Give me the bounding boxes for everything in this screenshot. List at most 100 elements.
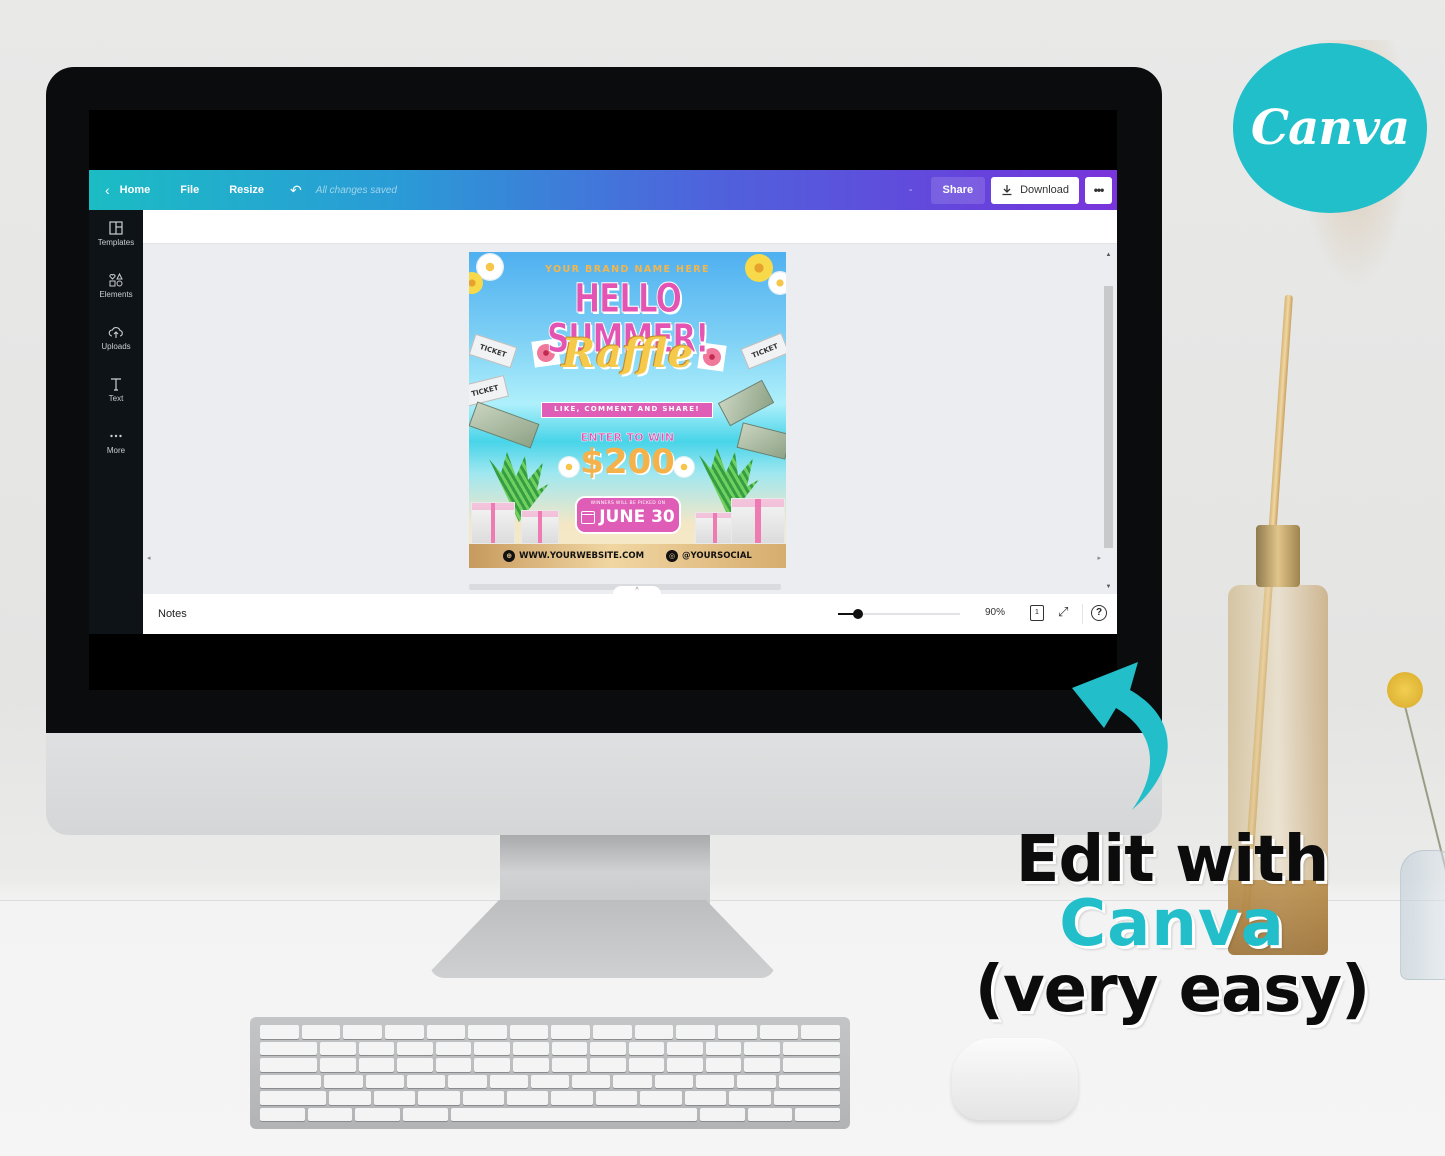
keyboard-key [260, 1041, 317, 1055]
globe-icon: ⊕ [503, 550, 516, 562]
draw-date-text: JUNE 30 [599, 507, 675, 527]
keyboard-key [448, 1074, 487, 1088]
file-menu-button[interactable]: File [180, 184, 199, 196]
help-button[interactable]: ? [1091, 605, 1107, 621]
chevron-left-icon[interactable]: ‹ [105, 182, 110, 198]
sidebar-item-elements[interactable]: Elements [89, 272, 143, 299]
fullscreen-expand-icon[interactable]: ⤢ [1058, 604, 1068, 620]
more-options-button[interactable]: ••• [1085, 176, 1112, 204]
brand-name-text[interactable]: YOUR BRAND NAME HERE [469, 264, 786, 275]
editor-sidebar: Templates Elements Uploads Text More [89, 210, 143, 634]
money-decoration [717, 379, 775, 427]
download-label: Download [1020, 184, 1069, 196]
keyboard-key [373, 1091, 416, 1105]
notes-button[interactable]: Notes [158, 608, 187, 620]
keyboard-key [397, 1058, 433, 1072]
vertical-scroll-thumb[interactable] [1104, 286, 1113, 548]
keyboard-key [260, 1074, 322, 1088]
contact-footer[interactable]: ⊕ WWW.YOURWEBSITE.COM ◎ @YOURSOCIAL [469, 544, 786, 568]
keyboard-row [260, 1025, 840, 1039]
keyboard-key [324, 1074, 363, 1088]
keyboard-key [301, 1025, 341, 1039]
monitor-stand-foot [430, 900, 775, 978]
sidebar-item-uploads[interactable]: Uploads [89, 324, 143, 351]
gift-box-decoration [695, 512, 735, 544]
page-count-button[interactable]: 1 [1030, 605, 1044, 621]
keyboard-key [654, 1074, 694, 1088]
design-title-placeholder[interactable]: - [909, 184, 913, 196]
canva-logo-badge: Canva [1233, 43, 1427, 213]
home-button[interactable]: Home [120, 184, 151, 196]
yellow-billy-button-flower [1387, 672, 1423, 708]
keyboard-key [260, 1025, 299, 1039]
keyboard-key [358, 1058, 395, 1072]
keyboard-key [450, 1107, 697, 1121]
design-page[interactable]: TICKET TICKET TICKET YOUR BRAND NAME HER… [469, 252, 786, 568]
keyboard-key [551, 1041, 588, 1055]
keyboard-key [590, 1041, 626, 1055]
editor-bottombar: Notes 90% 1 ⤢ ? [143, 594, 1117, 634]
canvas-workspace: TICKET TICKET TICKET YOUR BRAND NAME HER… [143, 210, 1117, 596]
calendar-icon [581, 510, 596, 524]
templates-icon [109, 221, 123, 235]
scroll-down-arrow-icon[interactable]: ▼ [1104, 584, 1113, 590]
tagline-banner[interactable]: LIKE, COMMENT AND SHARE! [541, 402, 713, 418]
keyboard-key [384, 1025, 424, 1039]
keyboard-key [737, 1074, 776, 1088]
keyboard-key [403, 1107, 448, 1121]
keyboard-key [634, 1025, 674, 1039]
share-button[interactable]: Share [930, 176, 986, 204]
keyboard-row [260, 1091, 840, 1105]
editor-topbar: ‹ Home File Resize ↶ All changes saved -… [89, 170, 1117, 210]
resize-button[interactable]: Resize [229, 184, 264, 196]
curved-arrow-icon [1072, 662, 1168, 810]
text-icon [111, 378, 121, 391]
keyboard-key [418, 1091, 460, 1105]
keyboard-key [307, 1107, 353, 1121]
download-button[interactable]: Download [991, 176, 1079, 204]
small-glass-bottle-decoration [1400, 850, 1445, 980]
instagram-icon: ◎ [666, 550, 679, 562]
zoom-slider-handle[interactable] [852, 609, 863, 619]
keyboard-key [744, 1058, 781, 1072]
keyboard-key [613, 1074, 652, 1088]
scroll-up-arrow-icon[interactable]: ▲ [1104, 252, 1113, 258]
divider [1082, 604, 1083, 624]
raffle-script-text[interactable]: Raffle [469, 334, 786, 374]
keyboard-key [595, 1091, 638, 1105]
draw-date-badge[interactable]: WINNERS WILL BE PICKED ON JUNE 30 [575, 496, 681, 534]
upload-cloud-icon [108, 327, 123, 338]
keyboard-key [684, 1091, 727, 1105]
keyboard-key [778, 1074, 841, 1088]
sidebar-item-templates[interactable]: Templates [89, 220, 143, 247]
zoom-level[interactable]: 90% [985, 607, 1005, 618]
keyboard-key [640, 1091, 682, 1105]
scroll-left-arrow-icon[interactable]: ◂ [147, 554, 151, 562]
keyboard-key [319, 1041, 356, 1055]
daisy-decoration [769, 272, 786, 294]
more-dots-icon [110, 434, 122, 438]
undo-icon[interactable]: ↶ [290, 182, 302, 199]
prize-amount-text[interactable]: $200 [469, 443, 786, 481]
website-text: WWW.YOURWEBSITE.COM [519, 551, 645, 561]
winners-note-text: WINNERS WILL BE PICKED ON [590, 501, 666, 506]
keyboard-key [319, 1058, 356, 1072]
elements-icon [109, 272, 123, 287]
scroll-right-arrow-icon[interactable]: ▸ [1097, 554, 1101, 562]
ticket-decoration: TICKET [469, 375, 510, 407]
keyboard-key [699, 1107, 745, 1121]
keyboard-key [628, 1058, 665, 1072]
keyboard-key [744, 1041, 781, 1055]
keyboard-key [365, 1074, 404, 1088]
cta-line-2: Canva [1059, 887, 1285, 961]
keyboard-key [572, 1074, 611, 1088]
keyboard-key [462, 1091, 505, 1105]
sidebar-item-more[interactable]: More [89, 428, 143, 455]
sidebar-item-text[interactable]: Text [89, 376, 143, 403]
keyboard-key [474, 1058, 510, 1072]
vertical-scrollbar[interactable]: ▲ ▼ [1104, 252, 1113, 590]
zoom-slider[interactable] [838, 609, 960, 619]
sidebar-item-label: Templates [97, 238, 135, 247]
keyboard-key [512, 1058, 549, 1072]
keyboard-key [509, 1025, 549, 1039]
